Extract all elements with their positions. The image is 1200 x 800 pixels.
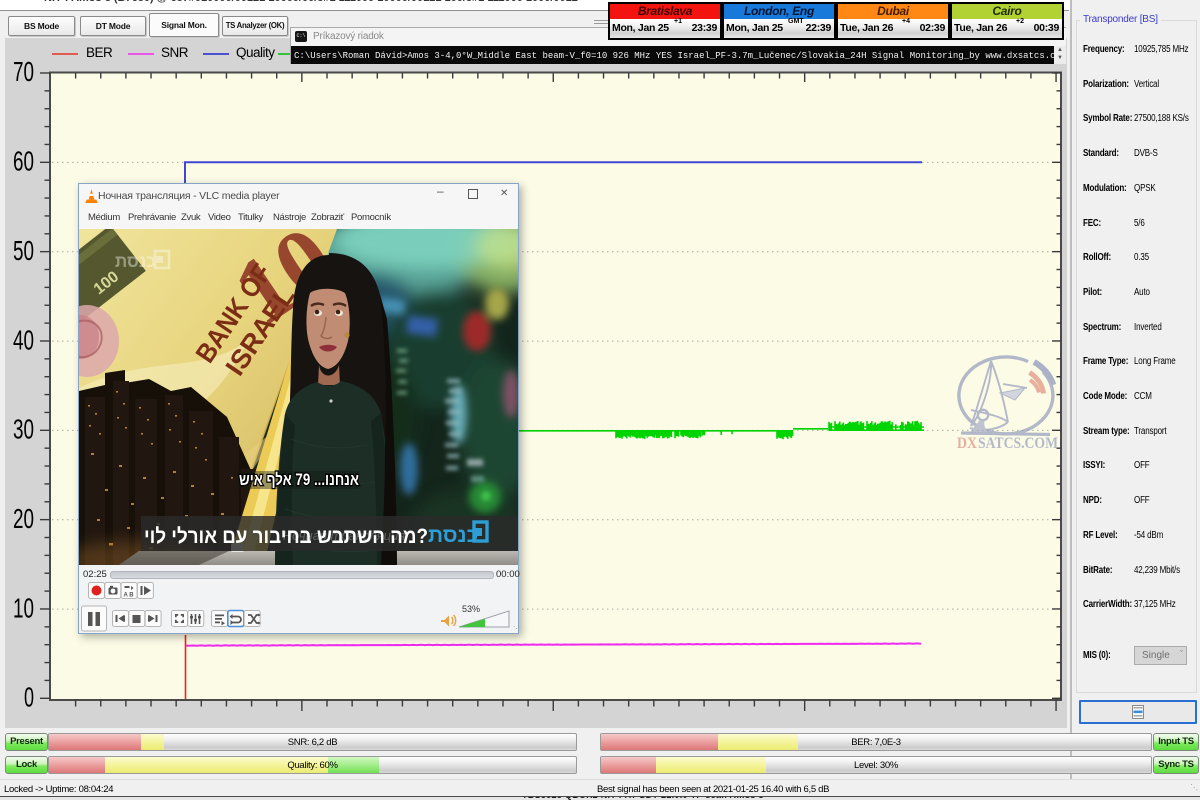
svg-text:מה השתבש בחיבור עם אורלי לוי?: מה השתבש בחיבור עם אורלי לוי? — [144, 525, 428, 548]
svg-text:30: 30 — [13, 414, 34, 445]
svg-text:53%: 53% — [462, 604, 480, 614]
svg-text:SATCS.COM: SATCS.COM — [978, 435, 1058, 452]
svg-text:⋱: ⋱ — [513, 626, 518, 633]
svg-text:10: 10 — [13, 592, 34, 623]
svg-text:20: 20 — [13, 503, 34, 534]
svg-text:40: 40 — [13, 324, 34, 355]
svg-text:60: 60 — [13, 146, 34, 177]
svg-text:A B: A B — [124, 593, 135, 599]
svg-text:0: 0 — [24, 682, 34, 713]
svg-text:DX: DX — [957, 435, 978, 452]
svg-text:כנסת: כנסת — [428, 524, 478, 547]
svg-text:70: 70 — [13, 56, 34, 87]
svg-text:כנסת: כנסת — [115, 252, 156, 271]
svg-text:50: 50 — [13, 235, 34, 266]
svg-text:אנחנו... 79 אלף איש: אנחנו... 79 אלף איש — [239, 471, 359, 489]
